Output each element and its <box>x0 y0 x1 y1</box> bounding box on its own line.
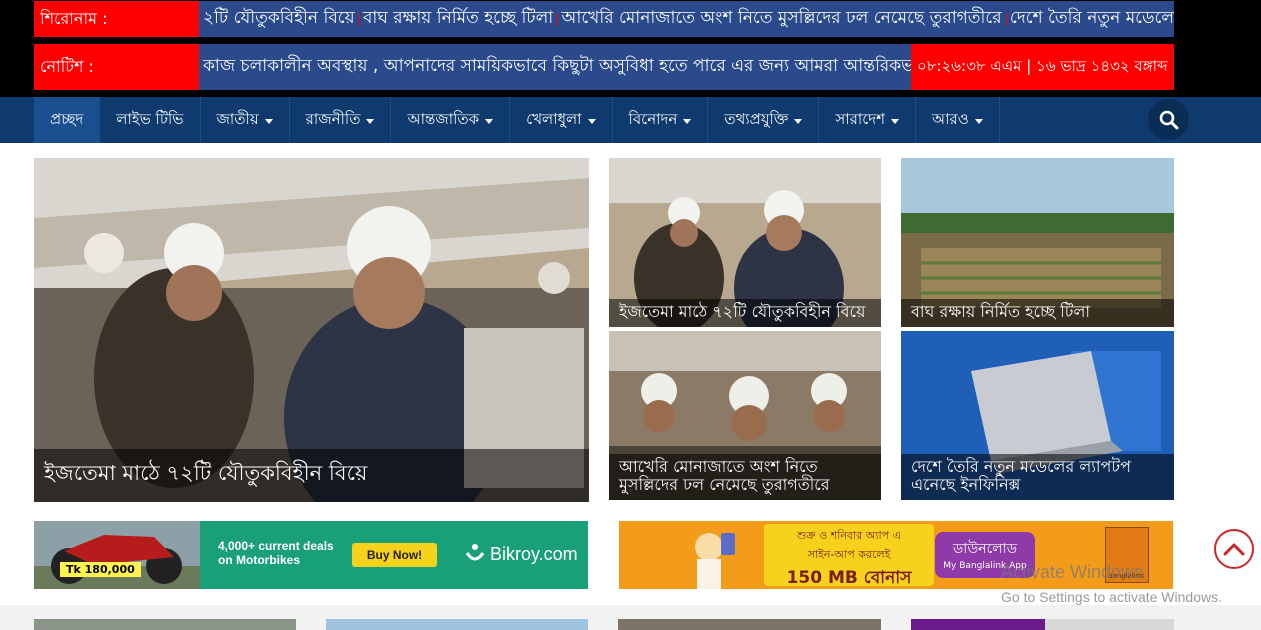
smile-icon <box>465 544 485 561</box>
nav-item-label: লাইভ টিভি <box>116 109 184 128</box>
news-title[interactable]: বাঘ রক্ষায় নির্মিত হচ্ছে টিলা <box>901 299 1174 327</box>
nav-item-international[interactable]: আন্তজাতিক <box>391 97 511 143</box>
headline-marquee[interactable]: ২টি যৌতুকবিহীন বিয়ে বাঘ রক্ষায় নির্মিত… <box>199 1 1174 37</box>
deals-text: 4,000+ current deals on Motorbikes <box>218 539 334 567</box>
headline-ticker: শিরোনাম : ২টি যৌতুকবিহীন বিয়ে বাঘ রক্ষা… <box>34 1 1174 37</box>
nav-item-label: সারাদেশ <box>835 109 886 128</box>
nav-item-label: রাজনীতি <box>305 109 361 128</box>
search-icon <box>1159 110 1178 129</box>
caret-down-icon <box>366 118 375 124</box>
news-thumbnail[interactable] <box>34 619 296 630</box>
headline-label: শিরোনাম : <box>34 1 199 37</box>
notice-label: নোটিশ : <box>34 44 199 90</box>
mascot-image <box>695 533 735 589</box>
caret-down-icon <box>264 118 273 124</box>
nav-item-label: প্রচ্ছদ <box>50 109 84 128</box>
nav-item-label: আন্তজাতিক <box>407 109 480 128</box>
headline-item[interactable]: বাঘ রক্ষায় নির্মিত হচ্ছে টিলা <box>363 5 553 33</box>
nav-item-label: খেলাধুলা <box>526 109 582 128</box>
nav-item-live-tv[interactable]: লাইভ টিভি <box>100 97 201 143</box>
caret-down-icon <box>683 118 692 124</box>
news-card[interactable]: আখেরি মোনাজাতে অংশ নিতে মুসল্লিদের ঢল নে… <box>609 331 881 500</box>
main-nav: প্রচ্ছদ লাইভ টিভি জাতীয় রাজনীতি আন্তজাত… <box>0 97 1261 143</box>
offer-line-1: শুক্র ও শনিবার অ্যাপ এ <box>796 529 902 542</box>
nav-item-sports[interactable]: খেলাধুলা <box>510 97 613 143</box>
notice-marquee: কাজ চলাকালীন অবস্থায় , আপনাদের সাময়িকভ… <box>199 44 911 90</box>
search-button[interactable] <box>1148 99 1189 140</box>
nav-item-more[interactable]: আরও <box>916 97 1000 143</box>
headline-item[interactable]: আখেরি মোনাজাতে অংশ নিতে মুসল্লিদের ঢল নে… <box>562 5 1002 33</box>
nav-menu: প্রচ্ছদ লাইভ টিভি জাতীয় রাজনীতি আন্তজাত… <box>34 97 1000 143</box>
lead-news-title[interactable]: ইজতেমা মাঠে ৭২টি যৌতুকবিহীন বিয়ে <box>34 449 589 502</box>
news-thumbnail[interactable] <box>618 619 881 630</box>
news-thumbnail[interactable] <box>326 619 588 630</box>
nav-item-entertainment[interactable]: বিনোদন <box>613 97 709 143</box>
tab-active[interactable] <box>911 619 1045 630</box>
date-clock: ০৮:২৬:৩৮ এএম | ১৬ ভাদ্র ১৪৩২ বঙ্গাব্দ <box>911 44 1174 90</box>
headline-item[interactable]: দেশে তৈরি নতুন মডেলে <box>1010 5 1174 33</box>
news-title[interactable]: দেশে তৈরি নতুন মডেলের ল্যাপটপ এনেছে ইনফি… <box>901 454 1174 500</box>
nav-item-label: বিনোদন <box>628 109 678 128</box>
motorbike-image <box>34 521 200 589</box>
activate-subtitle: Go to Settings to activate Windows. <box>1001 589 1222 605</box>
nav-item-country[interactable]: সারাদেশ <box>819 97 917 143</box>
bikroy-ad-banner[interactable]: Tk 180,000 4,000+ current deals on Motor… <box>34 521 588 589</box>
caret-down-icon <box>891 118 900 124</box>
nav-item-label: তথ্যপ্রযুক্তি <box>724 109 789 128</box>
notice-ticker: নোটিশ : কাজ চলাকালীন অবস্থায় , আপনাদের … <box>34 44 1174 90</box>
nav-item-home[interactable]: প্রচ্ছদ <box>34 97 101 143</box>
news-card[interactable]: বাঘ রক্ষায় নির্মিত হচ্ছে টিলা <box>901 158 1174 327</box>
nav-item-tech[interactable]: তথ্যপ্রযুক্তি <box>708 97 820 143</box>
bikroy-logo: Bikroy.com <box>464 543 578 565</box>
news-card[interactable]: ইজতেমা মাঠে ৭২টি যৌতুকবিহীন বিয়ে <box>609 158 881 327</box>
deals-line: on Motorbikes <box>218 553 301 567</box>
nav-item-label: জাতীয় <box>216 109 259 128</box>
news-card[interactable]: দেশে তৈরি নতুন মডেলের ল্যাপটপ এনেছে ইনফি… <box>901 331 1174 500</box>
offer-bonus: 150 MB বোনাস <box>786 568 912 588</box>
tab-inactive[interactable] <box>1045 619 1174 630</box>
price-tag: Tk 180,000 <box>60 562 141 577</box>
download-label: ডাউনলোড <box>952 541 1018 557</box>
activate-windows-watermark: Activate Windows Go to Settings to activ… <box>1001 562 1222 605</box>
caret-down-icon <box>974 118 983 124</box>
caret-down-icon <box>794 118 803 124</box>
bikroy-brand: Bikroy.com <box>490 543 578 564</box>
news-title[interactable]: ইজতেমা মাঠে ৭২টি যৌতুকবিহীন বিয়ে <box>609 299 881 327</box>
news-title[interactable]: আখেরি মোনাজাতে অংশ নিতে মুসল্লিদের ঢল নে… <box>609 454 881 500</box>
activate-title: Activate Windows <box>1001 562 1144 582</box>
offer-box: শুক্র ও শনিবার অ্যাপ এ সাইন-আপ করলেই 150… <box>764 524 934 588</box>
buy-now-button[interactable]: Buy Now! <box>352 543 437 567</box>
caret-down-icon <box>587 118 596 124</box>
deals-line: 4,000+ current deals <box>218 539 334 553</box>
top-header: শিরোনাম : ২টি যৌতুকবিহীন বিয়ে বাঘ রক্ষা… <box>0 0 1261 97</box>
chevron-up-icon <box>1223 543 1245 556</box>
nav-item-politics[interactable]: রাজনীতি <box>290 97 392 143</box>
notice-text: কাজ চলাকালীন অবস্থায় , আপনাদের সাময়িকভ… <box>203 56 911 76</box>
offer-line-2: সাইন-আপ করলেই <box>807 548 891 561</box>
headline-item[interactable]: ২টি যৌতুকবিহীন বিয়ে <box>203 5 355 33</box>
caret-down-icon <box>485 118 494 124</box>
lead-news-card[interactable]: ইজতেমা মাঠে ৭২টি যৌতুকবিহীন বিয়ে <box>34 158 589 502</box>
nav-item-label: আরও <box>932 109 969 128</box>
nav-item-national[interactable]: জাতীয় <box>201 97 290 143</box>
